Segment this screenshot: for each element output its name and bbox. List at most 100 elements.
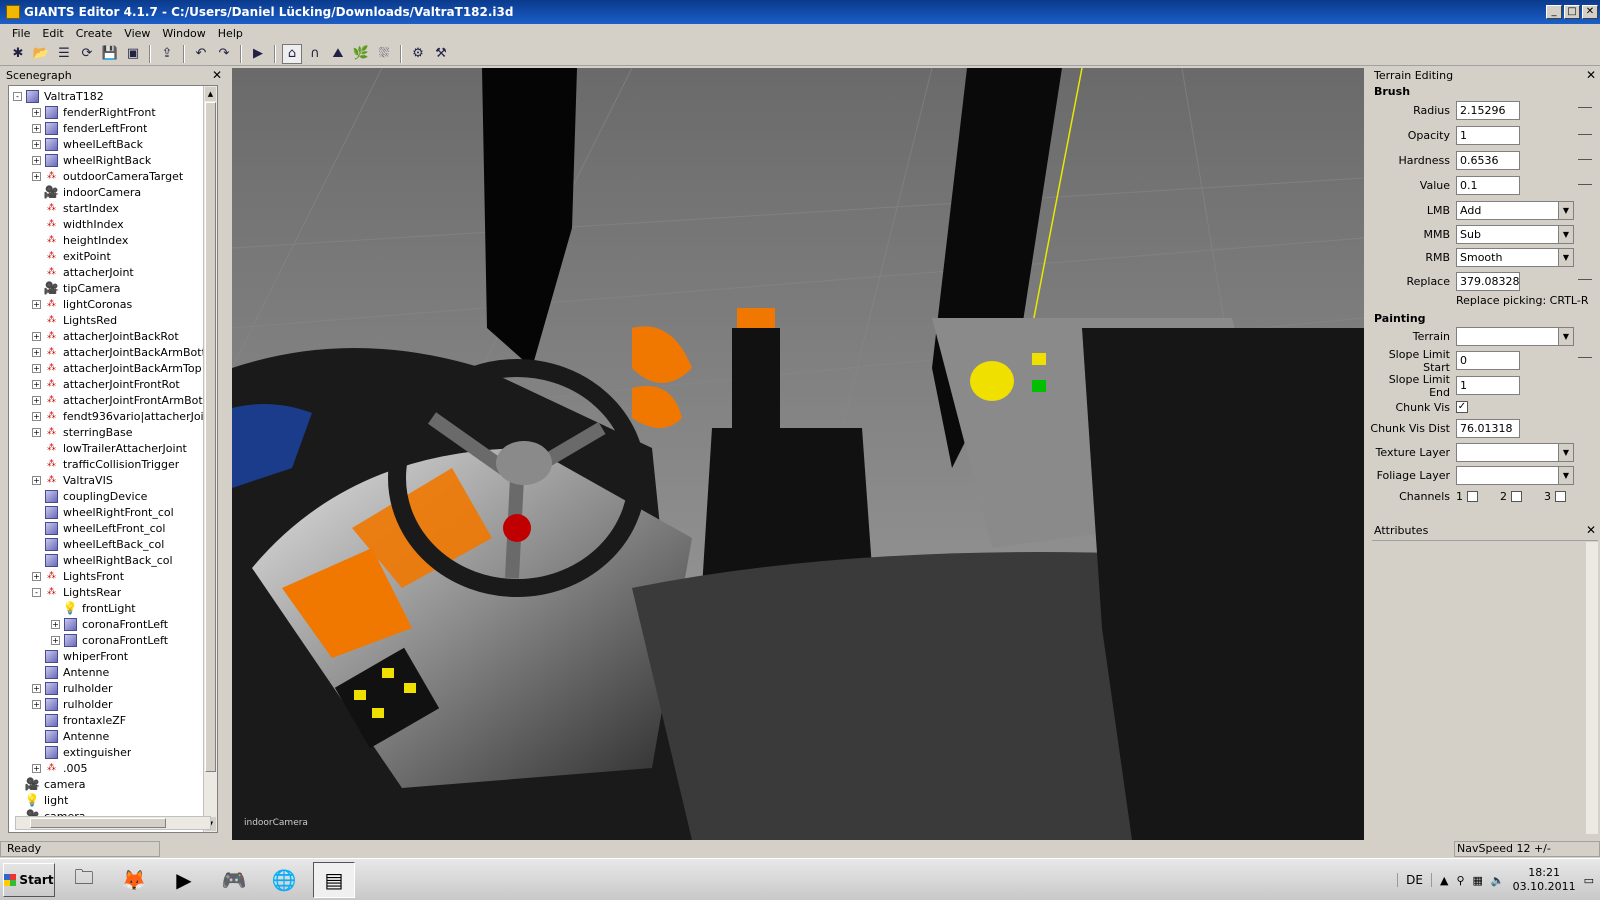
channel-2-checkbox[interactable] (1511, 490, 1522, 502)
tree-horizontal-scrollbar[interactable] (15, 816, 211, 830)
expand-icon[interactable]: + (32, 107, 41, 117)
tree-row[interactable]: frontaxleZF (9, 712, 205, 728)
hardness-slider[interactable] (1578, 159, 1592, 160)
tree-row[interactable]: - ValtraT182 (9, 88, 205, 104)
chevron-down-icon[interactable]: ▼ (1558, 202, 1573, 219)
expand-icon[interactable]: + (32, 683, 41, 693)
mmb-select[interactable]: Sub ▼ (1456, 225, 1574, 244)
replace-input[interactable]: 379.08328 (1456, 272, 1520, 291)
scroll-thumb[interactable] (205, 102, 216, 772)
play-icon[interactable]: ▶ (248, 44, 268, 64)
tree-row[interactable]: + ⁂ attacherJointFrontRot (9, 376, 205, 392)
tree-row[interactable]: ⁂ LightsRed (9, 312, 205, 328)
tree-row[interactable]: ⁂ startIndex (9, 200, 205, 216)
lmb-select[interactable]: Add ▼ (1456, 201, 1574, 220)
expand-icon[interactable]: + (32, 331, 41, 341)
move-tool-icon[interactable]: ∩ (305, 44, 325, 64)
tree-row[interactable]: + wheelRightBack (9, 152, 205, 168)
giants-editor-taskbar-icon[interactable]: ▤ (313, 861, 355, 898)
expand-icon[interactable]: + (32, 427, 41, 437)
close-button[interactable]: ✕ (1582, 5, 1598, 19)
tree-row[interactable]: Antenne (9, 728, 205, 744)
opacity-slider[interactable] (1578, 134, 1592, 135)
settings-tool-icon[interactable]: ⚒ (431, 44, 451, 64)
tree-row[interactable]: + ⁂ lightCoronas (9, 296, 205, 312)
opacity-input[interactable]: 1 (1456, 126, 1520, 145)
tree-row[interactable]: + ⁂ ValtraVIS (9, 472, 205, 488)
tree-row[interactable]: extinguisher (9, 744, 205, 760)
tree-row[interactable]: wheelRightBack_col (9, 552, 205, 568)
foliage-paint-icon[interactable]: 🌿 (351, 44, 371, 64)
tree-row[interactable]: wheelLeftBack_col (9, 536, 205, 552)
terrain-select[interactable]: ▼ (1456, 327, 1574, 346)
undo-icon[interactable]: ↶ (191, 44, 211, 64)
value-slider[interactable] (1578, 184, 1592, 185)
start-button[interactable]: Start (3, 862, 55, 897)
device-icon[interactable]: ▦ (1473, 874, 1483, 887)
expand-icon[interactable]: + (32, 347, 41, 357)
expand-icon[interactable]: + (32, 763, 41, 773)
tree-row[interactable]: + ⁂ attacherJointFrontArmBotton (9, 392, 205, 408)
tree-row[interactable]: wheelLeftFront_col (9, 520, 205, 536)
tree-row[interactable]: ⁂ heightIndex (9, 232, 205, 248)
collapse-icon[interactable]: - (13, 91, 22, 101)
tree-row[interactable]: + ⁂ attacherJointBackArmBottom (9, 344, 205, 360)
tree-row[interactable]: whiperFront (9, 648, 205, 664)
terrain-close-icon[interactable]: ✕ (1586, 68, 1596, 82)
menu-window[interactable]: Window (156, 27, 211, 40)
replace-slider[interactable] (1578, 279, 1592, 280)
tree-row[interactable]: ⁂ trafficCollisionTrigger (9, 456, 205, 472)
tree-row[interactable]: + rulholder (9, 680, 205, 696)
channel-1-checkbox[interactable] (1467, 490, 1478, 502)
expand-icon[interactable]: + (32, 571, 41, 581)
menu-file[interactable]: File (6, 27, 36, 40)
menu-help[interactable]: Help (212, 27, 249, 40)
tree-row[interactable]: 💡 light (9, 792, 205, 808)
tree-row[interactable]: 💡 frontLight (9, 600, 205, 616)
tree-row[interactable]: + ⁂ attacherJointBackArmTop (9, 360, 205, 376)
tree-row[interactable]: + ⁂ fendt936vario|attacherJointF (9, 408, 205, 424)
expand-icon[interactable]: + (32, 363, 41, 373)
explorer-taskbar-icon[interactable]: 🗀 (63, 862, 105, 898)
expand-icon[interactable]: + (51, 635, 60, 645)
expand-icon[interactable]: + (32, 699, 41, 709)
tree-row[interactable]: ⁂ lowTrailerAttacherJoint (9, 440, 205, 456)
channel-3-checkbox[interactable] (1555, 490, 1566, 502)
texture-tool-icon[interactable]: ⚙ (408, 44, 428, 64)
hscroll-thumb[interactable] (30, 818, 166, 828)
tree-row[interactable]: Antenne (9, 664, 205, 680)
tree-row[interactable]: + fenderLeftFront (9, 120, 205, 136)
chevron-down-icon[interactable]: ▼ (1558, 226, 1573, 243)
properties-icon[interactable]: ☰ (54, 44, 74, 64)
tree-row[interactable]: 🎥 tipCamera (9, 280, 205, 296)
radius-slider[interactable] (1578, 107, 1592, 108)
chevron-down-icon[interactable]: ▼ (1558, 444, 1573, 461)
select-tool-icon[interactable]: ⌂ (282, 43, 302, 64)
tree-row[interactable]: 🎥 indoorCamera (9, 184, 205, 200)
show-desktop-icon[interactable]: ▭ (1584, 874, 1594, 887)
redo-icon[interactable]: ↷ (214, 44, 234, 64)
texture-layer-select[interactable]: ▼ (1456, 443, 1574, 462)
chunk-vis-checkbox[interactable]: ✓ (1456, 401, 1468, 413)
expand-icon[interactable]: + (32, 299, 41, 309)
minimize-button[interactable]: _ (1546, 5, 1562, 19)
network-icon[interactable]: ⚲ (1456, 874, 1464, 887)
scenegraph-close-icon[interactable]: ✕ (212, 68, 222, 82)
channel-2[interactable]: 2 (1500, 490, 1522, 503)
menu-create[interactable]: Create (70, 27, 119, 40)
tree-row[interactable]: + coronaFrontLeft (9, 632, 205, 648)
tree-row[interactable]: ⁂ widthIndex (9, 216, 205, 232)
tree-row[interactable]: + rulholder (9, 696, 205, 712)
tree-row[interactable]: + ⁂ LightsFront (9, 568, 205, 584)
terrain-sculpt-icon[interactable]: ⛰ (328, 44, 348, 64)
clock[interactable]: 18:21 03.10.2011 (1513, 866, 1576, 894)
firefox-taskbar-icon[interactable]: 🌐 (263, 862, 305, 898)
new-scene-icon[interactable]: ✱ (8, 44, 28, 64)
media-player-taskbar-icon[interactable]: ▶ (163, 862, 205, 898)
tree-row[interactable]: + wheelLeftBack (9, 136, 205, 152)
expand-icon[interactable]: + (51, 619, 60, 629)
tree-row[interactable]: couplingDevice (9, 488, 205, 504)
slope-start-input[interactable]: 0 (1456, 351, 1520, 370)
attributes-close-icon[interactable]: ✕ (1586, 523, 1596, 537)
value-input[interactable]: 0.1 (1456, 176, 1520, 195)
